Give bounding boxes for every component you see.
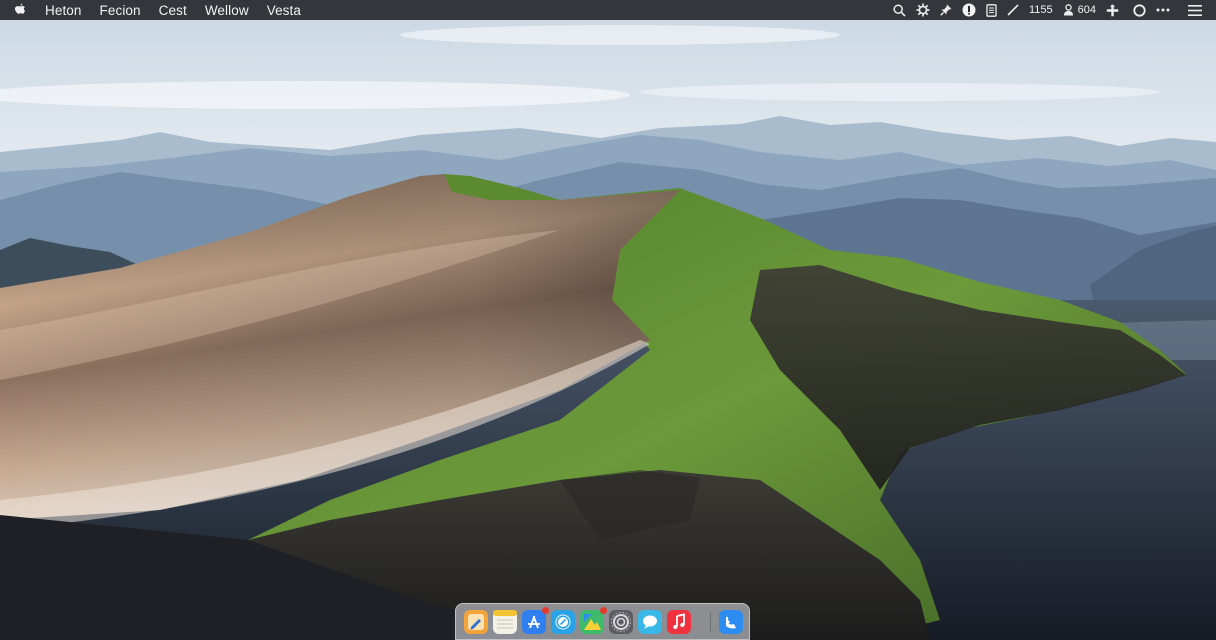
pen-icon[interactable] [1007, 0, 1019, 20]
menu-item-wellow[interactable]: Wellow [205, 3, 249, 18]
desktop-wallpaper [0, 0, 1216, 640]
pencil-app-icon[interactable] [464, 610, 488, 634]
notification-badge [600, 607, 607, 614]
menu-item-fecion[interactable]: Fecion [100, 3, 141, 18]
user-icon[interactable] [1063, 0, 1074, 20]
search-icon[interactable] [893, 0, 906, 20]
app-store-icon[interactable] [522, 607, 549, 634]
menu-item-vesta[interactable]: Vesta [267, 3, 301, 18]
more-icon[interactable] [1156, 0, 1170, 20]
notes-icon[interactable] [493, 610, 517, 634]
pin-icon[interactable] [940, 0, 952, 20]
settings-icon[interactable] [609, 610, 633, 634]
menu-item-cest[interactable]: Cest [159, 3, 187, 18]
menu-item-heton[interactable]: Heton [45, 3, 82, 18]
document-icon[interactable] [986, 0, 997, 20]
messages-icon[interactable] [638, 610, 662, 634]
hamburger-menu-icon[interactable] [1188, 0, 1202, 20]
finder-icon[interactable] [719, 610, 743, 634]
safari-icon[interactable] [551, 610, 575, 634]
music-icon[interactable] [667, 610, 691, 634]
dock [455, 603, 750, 640]
photos-icon[interactable] [580, 607, 607, 634]
menu-bar: Heton Fecion Cest Wellow Vesta 1155 604 [0, 0, 1216, 20]
circle-icon[interactable] [1133, 0, 1146, 20]
apple-icon[interactable] [13, 3, 27, 17]
gear-icon[interactable] [916, 0, 930, 20]
status-value-b[interactable]: 604 [1078, 0, 1096, 20]
plus-cross-icon[interactable] [1106, 0, 1119, 20]
notification-badge [542, 607, 549, 614]
dock-separator [710, 612, 711, 632]
info-circle-icon[interactable] [962, 0, 976, 20]
status-value-a[interactable]: 1155 [1029, 0, 1053, 20]
status-menus: 1155 604 [883, 0, 1216, 20]
